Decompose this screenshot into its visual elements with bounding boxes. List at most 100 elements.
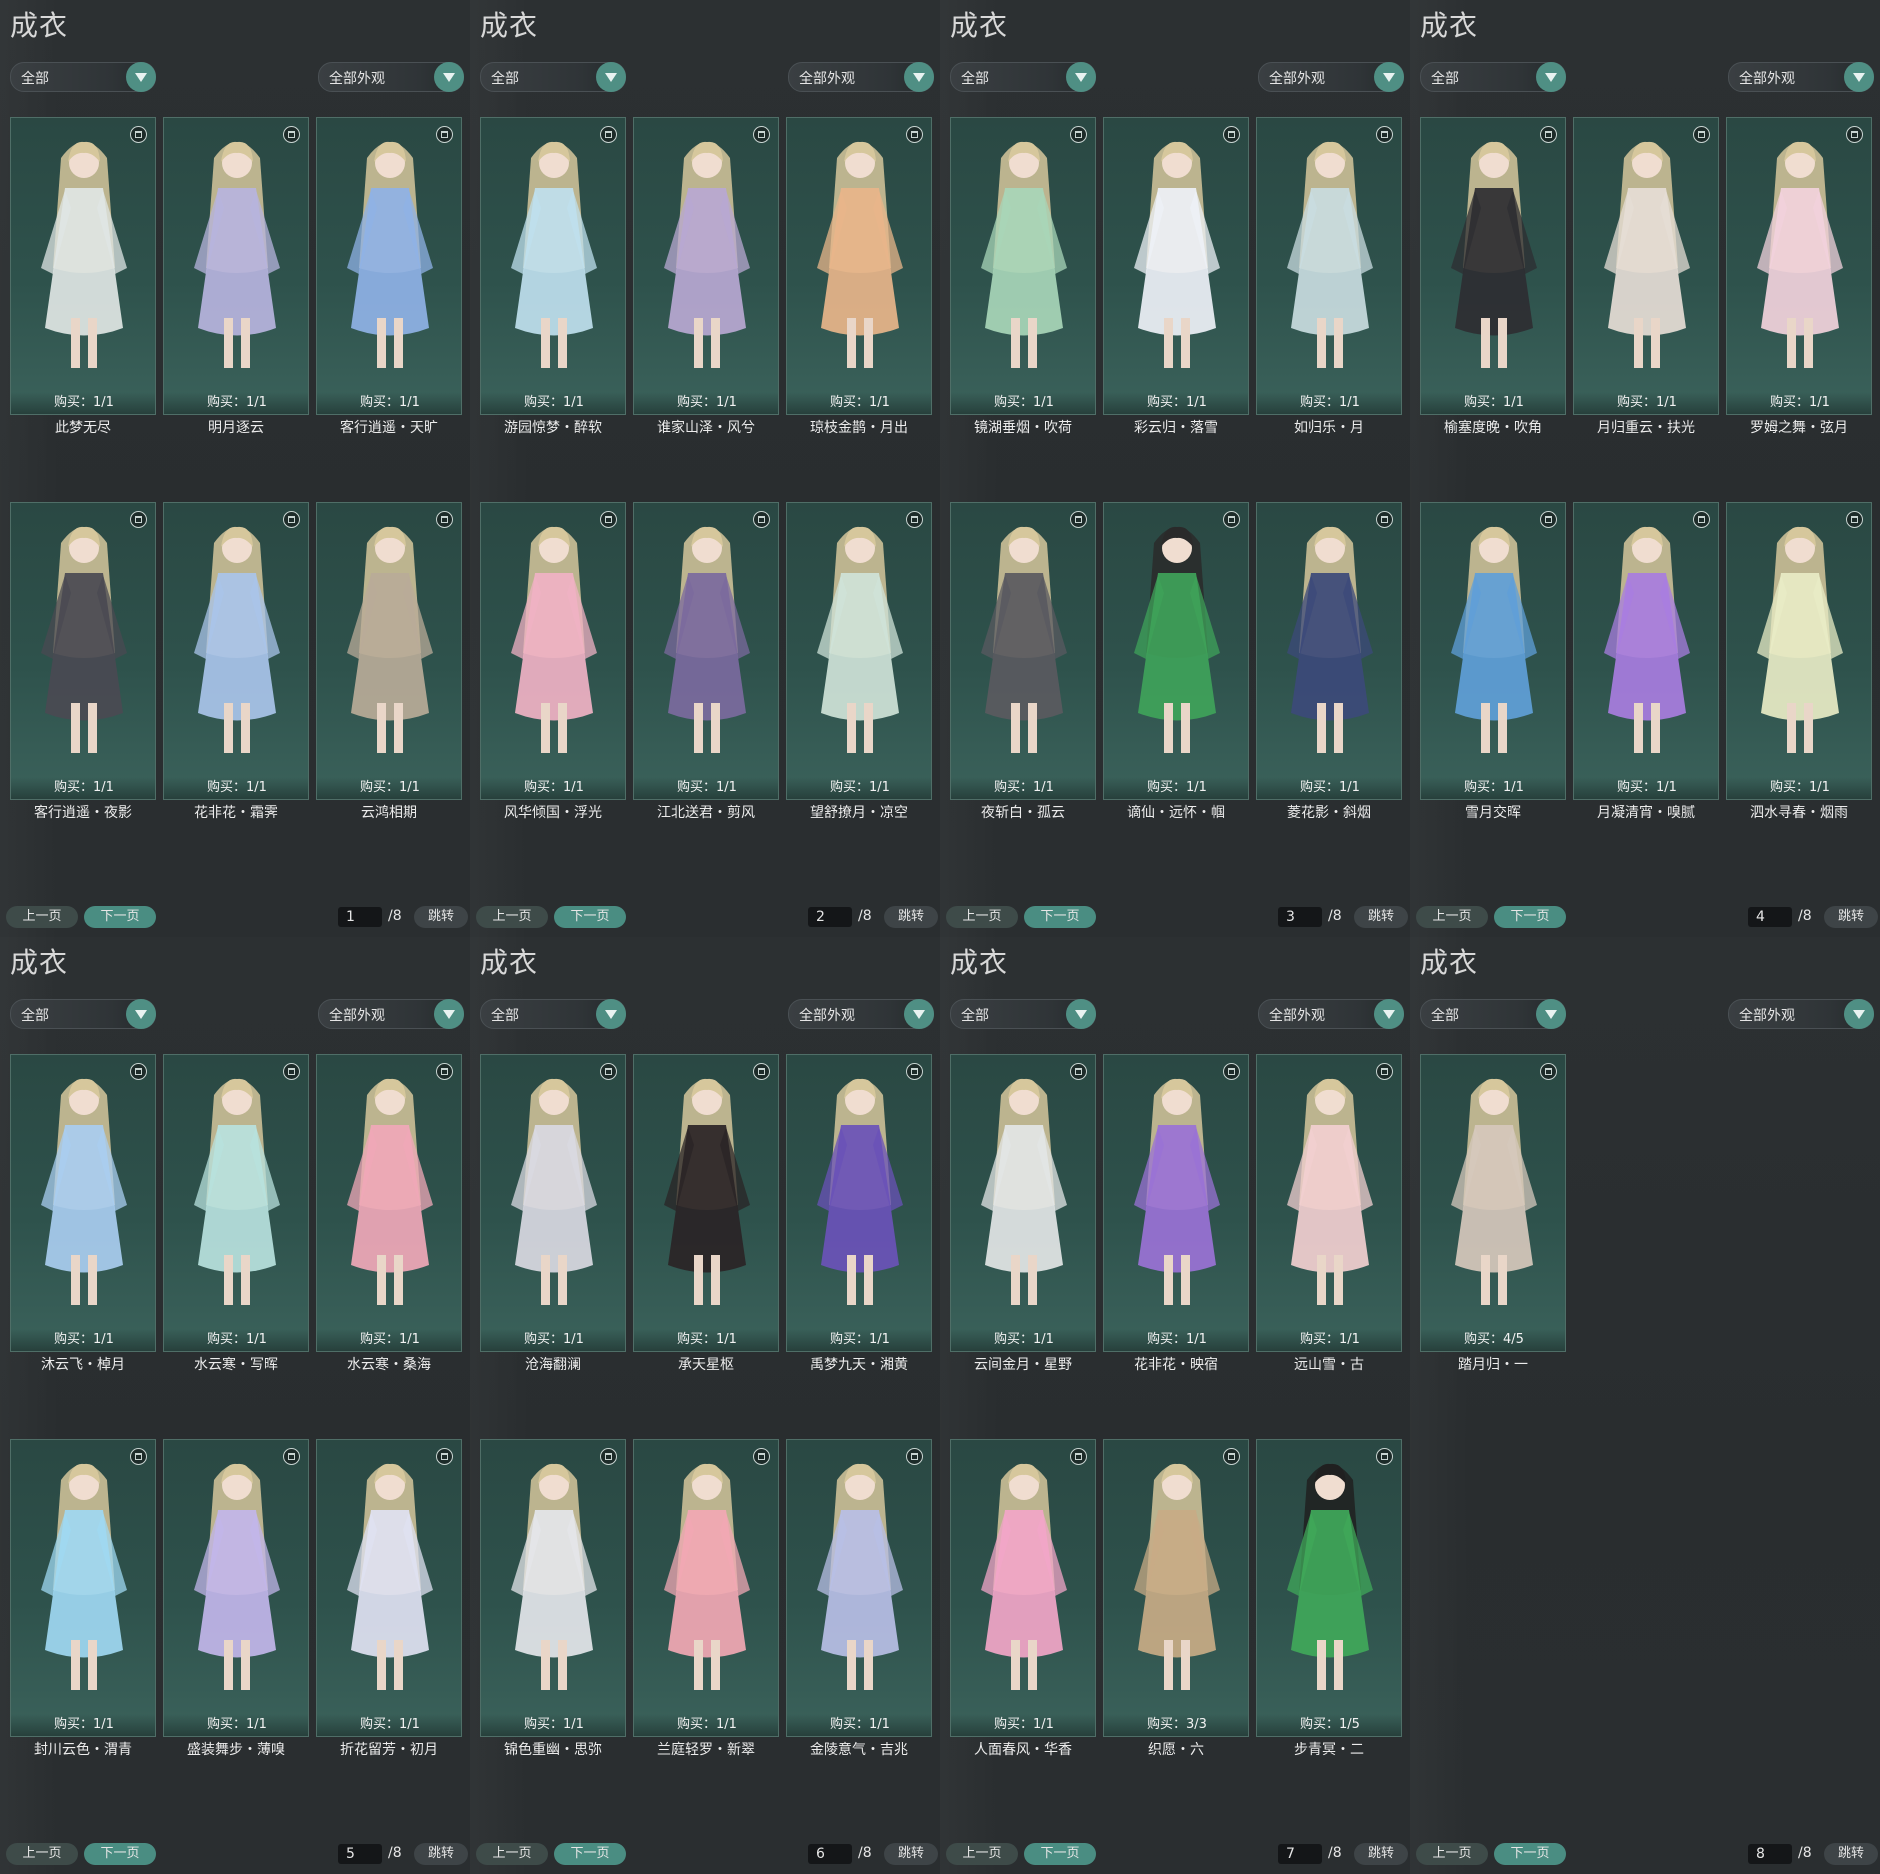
outfit-card[interactable]: 购买：1/1 [480, 117, 626, 415]
trash-icon[interactable] [283, 1063, 300, 1080]
chevron-down-icon[interactable] [434, 62, 464, 92]
outfit-card[interactable]: 购买：1/1 [1420, 117, 1566, 415]
prev-page-button[interactable]: 上一页 [946, 906, 1018, 928]
chevron-down-icon[interactable] [1374, 999, 1404, 1029]
next-page-button[interactable]: 下一页 [1024, 906, 1096, 928]
outfit-card[interactable]: 购买：1/1 [786, 1439, 932, 1737]
prev-page-button[interactable]: 上一页 [1416, 1843, 1488, 1865]
locked-icon[interactable] [1070, 126, 1087, 143]
appearance-filter-dropdown[interactable]: 全部外观 [788, 999, 934, 1029]
trash-icon[interactable] [600, 126, 617, 143]
category-filter-dropdown[interactable]: 全部 [10, 62, 156, 92]
outfit-card[interactable]: 购买：1/1 [633, 1054, 779, 1352]
outfit-card[interactable]: 购买：1/1 [950, 1054, 1096, 1352]
jump-button[interactable]: 跳转 [884, 906, 938, 928]
prev-page-button[interactable]: 上一页 [1416, 906, 1488, 928]
chevron-down-icon[interactable] [1536, 62, 1566, 92]
jump-button[interactable]: 跳转 [414, 1843, 468, 1865]
outfit-card[interactable]: 购买：1/1 [1573, 502, 1719, 800]
jump-button[interactable]: 跳转 [1354, 906, 1408, 928]
trash-icon[interactable] [1693, 511, 1710, 528]
trash-icon[interactable] [130, 1448, 147, 1465]
trash-icon[interactable] [1376, 1063, 1393, 1080]
chevron-down-icon[interactable] [126, 999, 156, 1029]
chevron-down-icon[interactable] [1066, 999, 1096, 1029]
outfit-card[interactable]: 购买：1/1 [786, 117, 932, 415]
page-number-input[interactable]: 6 [808, 1844, 852, 1864]
outfit-card[interactable]: 购买：1/1 [480, 1054, 626, 1352]
trash-icon[interactable] [283, 126, 300, 143]
outfit-card[interactable]: 购买：1/1 [950, 117, 1096, 415]
trash-icon[interactable] [436, 1448, 453, 1465]
locked-icon[interactable] [130, 511, 147, 528]
jump-button[interactable]: 跳转 [1824, 906, 1878, 928]
appearance-filter-dropdown[interactable]: 全部外观 [1258, 999, 1404, 1029]
prev-page-button[interactable]: 上一页 [476, 906, 548, 928]
trash-icon[interactable] [1846, 511, 1863, 528]
trash-icon[interactable] [1540, 126, 1557, 143]
trash-icon[interactable] [600, 1448, 617, 1465]
chevron-down-icon[interactable] [1536, 999, 1566, 1029]
category-filter-dropdown[interactable]: 全部 [1420, 999, 1566, 1029]
outfit-card[interactable]: 购买：1/1 [163, 117, 309, 415]
outfit-card[interactable]: 购买：1/1 [633, 502, 779, 800]
chevron-down-icon[interactable] [904, 999, 934, 1029]
trash-icon[interactable] [130, 1063, 147, 1080]
outfit-card[interactable]: 购买：1/1 [1103, 1054, 1249, 1352]
chevron-down-icon[interactable] [126, 62, 156, 92]
outfit-card[interactable]: 购买：1/1 [316, 502, 462, 800]
outfit-card[interactable]: 购买：1/1 [316, 1439, 462, 1737]
outfit-card[interactable]: 购买：1/1 [10, 1439, 156, 1737]
next-page-button[interactable]: 下一页 [554, 906, 626, 928]
outfit-card[interactable]: 购买：1/1 [1726, 502, 1872, 800]
page-number-input[interactable]: 1 [338, 907, 382, 927]
trash-icon[interactable] [1540, 1063, 1557, 1080]
outfit-card[interactable]: 购买：1/1 [1420, 502, 1566, 800]
appearance-filter-dropdown[interactable]: 全部外观 [318, 999, 464, 1029]
trash-icon[interactable] [1846, 126, 1863, 143]
trash-icon[interactable] [436, 1063, 453, 1080]
category-filter-dropdown[interactable]: 全部 [950, 999, 1096, 1029]
trash-icon[interactable] [906, 1063, 923, 1080]
outfit-card[interactable]: 购买：1/1 [786, 1054, 932, 1352]
trash-icon[interactable] [1070, 1063, 1087, 1080]
outfit-card[interactable]: 购买：1/1 [1103, 502, 1249, 800]
chevron-down-icon[interactable] [1066, 62, 1096, 92]
chevron-down-icon[interactable] [1844, 999, 1874, 1029]
next-page-button[interactable]: 下一页 [554, 1843, 626, 1865]
locked-icon[interactable] [1070, 511, 1087, 528]
trash-icon[interactable] [600, 1063, 617, 1080]
outfit-card[interactable]: 购买：1/5 [1256, 1439, 1402, 1737]
trash-icon[interactable] [1223, 1448, 1240, 1465]
next-page-button[interactable]: 下一页 [1494, 1843, 1566, 1865]
outfit-card[interactable]: 购买：1/1 [1103, 117, 1249, 415]
outfit-card[interactable]: 购买：1/1 [10, 502, 156, 800]
locked-icon[interactable] [1376, 1448, 1393, 1465]
locked-icon[interactable] [130, 126, 147, 143]
jump-button[interactable]: 跳转 [1824, 1843, 1878, 1865]
prev-page-button[interactable]: 上一页 [6, 906, 78, 928]
category-filter-dropdown[interactable]: 全部 [480, 999, 626, 1029]
trash-icon[interactable] [1223, 126, 1240, 143]
trash-icon[interactable] [753, 1063, 770, 1080]
outfit-card[interactable]: 购买：1/1 [1256, 502, 1402, 800]
outfit-card[interactable]: 购买：1/1 [316, 1054, 462, 1352]
outfit-card[interactable]: 购买：1/1 [163, 1054, 309, 1352]
category-filter-dropdown[interactable]: 全部 [950, 62, 1096, 92]
next-page-button[interactable]: 下一页 [84, 1843, 156, 1865]
chevron-down-icon[interactable] [596, 999, 626, 1029]
jump-button[interactable]: 跳转 [884, 1843, 938, 1865]
trash-icon[interactable] [1070, 1448, 1087, 1465]
trash-icon[interactable] [753, 1448, 770, 1465]
category-filter-dropdown[interactable]: 全部 [480, 62, 626, 92]
outfit-card[interactable]: 购买：1/1 [480, 502, 626, 800]
trash-icon[interactable] [283, 1448, 300, 1465]
outfit-card[interactable]: 购买：1/1 [10, 117, 156, 415]
chevron-down-icon[interactable] [1844, 62, 1874, 92]
jump-button[interactable]: 跳转 [414, 906, 468, 928]
outfit-card[interactable]: 购买：1/1 [1256, 1054, 1402, 1352]
outfit-card[interactable]: 购买：3/3 [1103, 1439, 1249, 1737]
outfit-card[interactable]: 购买：1/1 [1726, 117, 1872, 415]
page-number-input[interactable]: 2 [808, 907, 852, 927]
next-page-button[interactable]: 下一页 [1024, 1843, 1096, 1865]
